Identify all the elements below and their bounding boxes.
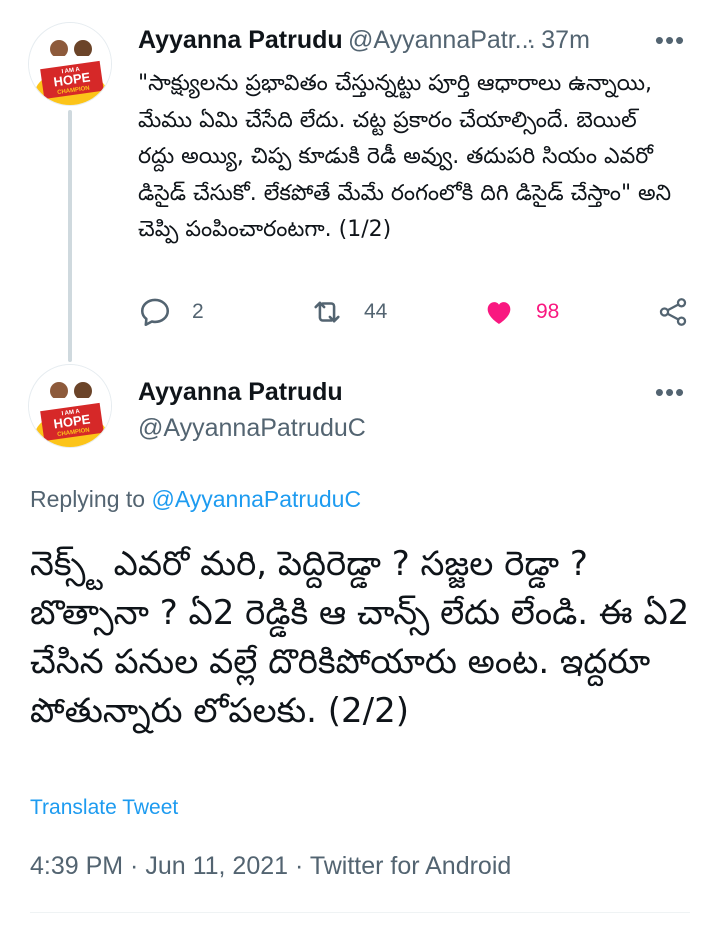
thread-connector-line [68,110,72,362]
hope-champion-logo-icon: I AM A HOPE CHAMPION [29,365,111,447]
like-count: 98 [536,300,560,323]
translate-tweet-link[interactable]: Translate Tweet [30,796,178,820]
author-handle[interactable]: @AyyannaPatruduC [138,414,366,443]
author-name[interactable]: Ayyanna Patrudu [138,378,343,407]
more-icon[interactable]: ••• [650,27,690,53]
replying-to-link[interactable]: @AyyannaPatruduC [151,486,361,512]
tweet-text: నెక్స్ట్ ఎవరో మరి, పెద్దిరెడ్డా ? సజ్జల … [30,544,690,731]
reply-count: 2 [192,300,204,323]
tweet-timestamp[interactable]: 4:39 PM · Jun 11, 2021 · [30,852,310,880]
author-handle[interactable]: @AyyannaPatr... [348,26,536,55]
tweet-metadata: 4:39 PM · Jun 11, 2021 · Twitter for And… [30,852,511,881]
tweet-text: "సాక్ష్యులను ప్రభావితం చేస్తున్నట్టు పూర… [138,71,672,242]
avatar[interactable]: I AM A HOPE CHAMPION [28,22,112,106]
reply-button[interactable]: 2 [138,292,204,332]
retweet-icon [314,301,340,323]
avatar[interactable]: I AM A HOPE CHAMPION [28,364,112,448]
replying-prefix: Replying to [30,486,152,512]
more-icon[interactable]: ••• [650,379,690,405]
divider [30,912,690,913]
tweet-source[interactable]: Twitter for Android [310,852,511,880]
retweet-button[interactable]: 44 [310,292,387,332]
like-button[interactable]: 98 [482,292,559,332]
tweet-thread-page: I AM A HOPE CHAMPION Ayyanna Patrudu @Ay… [0,0,720,927]
tweet-actions: 2 44 98 [138,292,698,332]
retweet-count: 44 [364,300,388,323]
tweet-time[interactable]: · 37m [526,26,590,55]
hope-champion-logo-icon: I AM A HOPE CHAMPION [29,23,111,105]
tweet-header: Ayyanna Patrudu @AyyannaPatr... · 37m [138,26,698,56]
replying-to: Replying to @AyyannaPatruduC [30,486,361,513]
author-name[interactable]: Ayyanna Patrudu [138,26,343,55]
share-icon [659,298,687,326]
share-button[interactable] [656,292,690,332]
heart-icon [487,302,511,325]
reply-icon [140,298,170,327]
